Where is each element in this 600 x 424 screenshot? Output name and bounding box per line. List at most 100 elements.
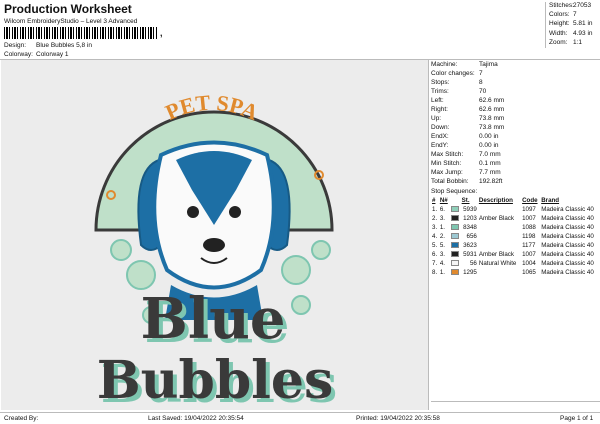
- color-swatch: [450, 269, 459, 276]
- info-value: 8: [479, 79, 483, 86]
- table-row: 2. 3. 1203 Amber Black 1007 Madeira Classic 4…: [431, 214, 600, 223]
- colorway-label: Colorway:: [4, 51, 33, 58]
- bubble: [110, 239, 132, 261]
- stitch-count: 5939: [463, 206, 477, 213]
- info-value: 7.0 mm: [479, 151, 501, 158]
- column-header: N#: [439, 197, 448, 204]
- color-swatch: [450, 224, 459, 231]
- thread-code: 1097: [522, 206, 536, 213]
- color-number: 4.: [439, 260, 446, 267]
- machine-info-row: Max Jump: 7.7 mm: [431, 168, 600, 177]
- thread-brand: Madeira Classic 40: [541, 242, 594, 249]
- summary-value: 5.81 in: [573, 20, 593, 28]
- summary-row: Zoom: 1:1: [549, 39, 600, 48]
- embroidery-design: PET SPA Blue Blue Bubbles Bubbles: [94, 90, 337, 415]
- machine-info-row: Color changes: 7: [431, 69, 600, 78]
- machine-info-row: Max Stitch: 7.0 mm: [431, 150, 600, 159]
- color-number: 3.: [439, 215, 446, 222]
- info-value: 192.82ft: [479, 178, 503, 185]
- info-value: 7: [479, 70, 483, 77]
- thread-brand: Madeira Classic 40: [541, 251, 594, 258]
- column-header: Code: [522, 197, 538, 204]
- thread-description: [478, 205, 521, 214]
- last-saved: Last Saved: 19/04/2022 20:35:54: [148, 415, 244, 422]
- color-number: 1.: [439, 269, 446, 276]
- barcode-mark: ,: [160, 28, 163, 38]
- summary-panel: Stitches: 27053 Colors: 7 Height: 5.81 in Widt…: [545, 2, 600, 48]
- machine-info-row: EndY: 0.00 in: [431, 141, 600, 150]
- info-key: Machine:: [431, 61, 458, 68]
- stitch-count: 1203: [463, 215, 477, 222]
- stitch-count: 656: [466, 233, 477, 240]
- summary-value: 4.93 in: [573, 29, 593, 37]
- info-value: 0.00 in: [479, 142, 499, 149]
- summary-value: 1:1: [573, 38, 583, 46]
- table-row: 4. 2. 656 1198 Madeira Classic 40: [431, 232, 600, 241]
- barcode: [4, 27, 158, 39]
- summary-row: Width: 4.93 in: [549, 30, 600, 39]
- column-header: Brand: [541, 197, 560, 204]
- machine-info-row: Stops: 8: [431, 78, 600, 87]
- thread-code: 1088: [522, 224, 536, 231]
- column-header: [450, 196, 461, 205]
- thread-brand: Madeira Classic 40: [541, 206, 594, 213]
- stop-number: 7.: [432, 260, 438, 267]
- color-number: 1.: [439, 224, 446, 231]
- info-value: 73.8 mm: [479, 124, 505, 131]
- stitch-count: 1295: [463, 269, 477, 276]
- thread-description: Amber Black: [478, 251, 514, 258]
- info-value: 73.8 mm: [479, 115, 505, 122]
- summary-value: 27053: [573, 2, 592, 9]
- color-swatch-cell: [450, 259, 461, 268]
- thread-brand: Madeira Classic 40: [541, 215, 594, 222]
- summary-key: Height:: [549, 20, 570, 28]
- stop-number: 6.: [432, 251, 438, 258]
- colorway-value: Colorway 1: [36, 51, 69, 58]
- stop-number: 1.: [432, 206, 438, 213]
- info-value: 62.6 mm: [479, 106, 505, 113]
- stitch-count: 56: [469, 260, 477, 267]
- color-swatch-cell: [450, 268, 461, 277]
- summary-key: Stitches:: [549, 2, 574, 9]
- thread-code: 1004: [522, 260, 536, 267]
- machine-info-row: Down: 73.8 mm: [431, 123, 600, 132]
- software-subtitle: Wilcom EmbroideryStudio – Level 3 Advanc…: [4, 18, 138, 25]
- bubble: [281, 255, 311, 285]
- thread-code: 1198: [522, 233, 536, 240]
- thread-code: 1065: [522, 269, 536, 276]
- thread-description: [478, 241, 521, 250]
- created-by: Created By:: [4, 415, 39, 422]
- thread-description: Amber Black: [478, 215, 514, 222]
- table-row: 3. 1. 8348 1088 Madeira Classic 40: [431, 223, 600, 232]
- color-number: 5.: [439, 242, 446, 249]
- summary-row: Height: 5.81 in: [549, 20, 600, 29]
- summary-value: 7: [573, 11, 577, 19]
- dog-eye-right: [229, 206, 241, 218]
- thread-brand: Madeira Classic 40: [541, 224, 594, 231]
- info-key: Max Jump:: [431, 169, 463, 176]
- machine-info-row: Machine: Tajima: [431, 60, 600, 69]
- info-value: 0.00 in: [479, 133, 499, 140]
- design-label: Design:: [4, 42, 27, 49]
- colorway-row: Colorway: Colorway 1: [4, 51, 69, 58]
- summary-row: Colors: 7: [549, 11, 600, 20]
- dog-eye-left: [187, 206, 199, 218]
- color-swatch-cell: [450, 250, 461, 259]
- table-row: 8. 1. 1295 1065 Madeira Classic 40: [431, 268, 600, 277]
- color-swatch: [450, 233, 459, 240]
- color-swatch-cell: [450, 205, 461, 214]
- summary-row: Stitches: 27053: [549, 2, 600, 11]
- color-swatch: [450, 215, 459, 222]
- machine-info-panel: Machine: Tajima Color changes: 7 Stops: 8 Trim…: [431, 60, 600, 402]
- info-value: 7.7 mm: [479, 169, 501, 176]
- stop-sequence-title: Stop Sequence:: [431, 188, 478, 195]
- table-row: 7. 4. 56 Natural White 1004 Madeira Classic 4…: [431, 259, 600, 268]
- info-key: Stops:: [431, 79, 450, 86]
- column-header: St.: [461, 197, 470, 204]
- machine-info-row: Right: 62.6 mm: [431, 105, 600, 114]
- thread-description: Natural White: [478, 260, 517, 267]
- stop-number: 2.: [432, 215, 438, 222]
- info-key: Max Stitch:: [431, 151, 464, 158]
- stop-number: 4.: [432, 233, 438, 240]
- machine-info-row: Total Bobbin: 192.82ft: [431, 177, 600, 186]
